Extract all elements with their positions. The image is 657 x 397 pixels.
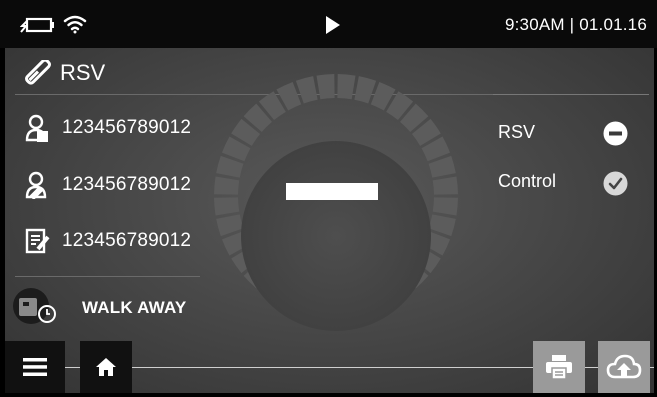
result-rsv-label: RSV	[498, 122, 536, 142]
time-date: 9:30AM | 01.01.16	[504, 15, 647, 34]
result-bar	[286, 183, 378, 200]
lot-id: 123456789012	[62, 230, 192, 251]
patient-id: 123456789012	[62, 117, 192, 138]
print-icon	[546, 355, 572, 380]
home-icon	[96, 358, 116, 376]
mode-label: WALK AWAY	[82, 298, 187, 317]
ring-segment	[316, 74, 335, 100]
device-frame: 9:30AM | 01.01.16 RSV 123456789012 12345…	[0, 0, 657, 397]
upload-button[interactable]	[598, 341, 650, 393]
status-bar: 9:30AM | 01.01.16	[0, 0, 657, 48]
result-control-label: Control	[498, 171, 557, 191]
minus-circle-icon	[603, 121, 628, 146]
ring-center	[241, 141, 431, 331]
menu-icon	[23, 358, 47, 376]
ids-divider	[15, 276, 200, 277]
test-name: RSV	[60, 60, 106, 85]
patient-icon	[25, 114, 48, 142]
ring-segment	[214, 197, 240, 216]
check-circle-icon	[603, 171, 628, 196]
ring-segment	[432, 176, 458, 195]
wifi-icon	[63, 15, 87, 34]
operator-icon	[25, 171, 47, 199]
home-button[interactable]	[80, 341, 132, 393]
ring-segment	[214, 176, 240, 195]
dipstick-icon	[25, 60, 51, 85]
cloud-upload-icon	[606, 354, 642, 379]
play-icon[interactable]	[325, 15, 341, 35]
main-screen: RSV 123456789012 123456789012 1234567890…	[5, 48, 654, 393]
results-divider	[493, 94, 649, 95]
battery-charging-icon	[20, 17, 54, 33]
operator-id: 123456789012	[62, 174, 192, 195]
ring-segment	[337, 74, 356, 100]
print-button[interactable]	[533, 341, 585, 393]
ring-segment	[432, 197, 458, 216]
lot-icon	[25, 228, 50, 254]
menu-button[interactable]	[5, 341, 65, 393]
reader-timer-icon	[13, 288, 56, 324]
